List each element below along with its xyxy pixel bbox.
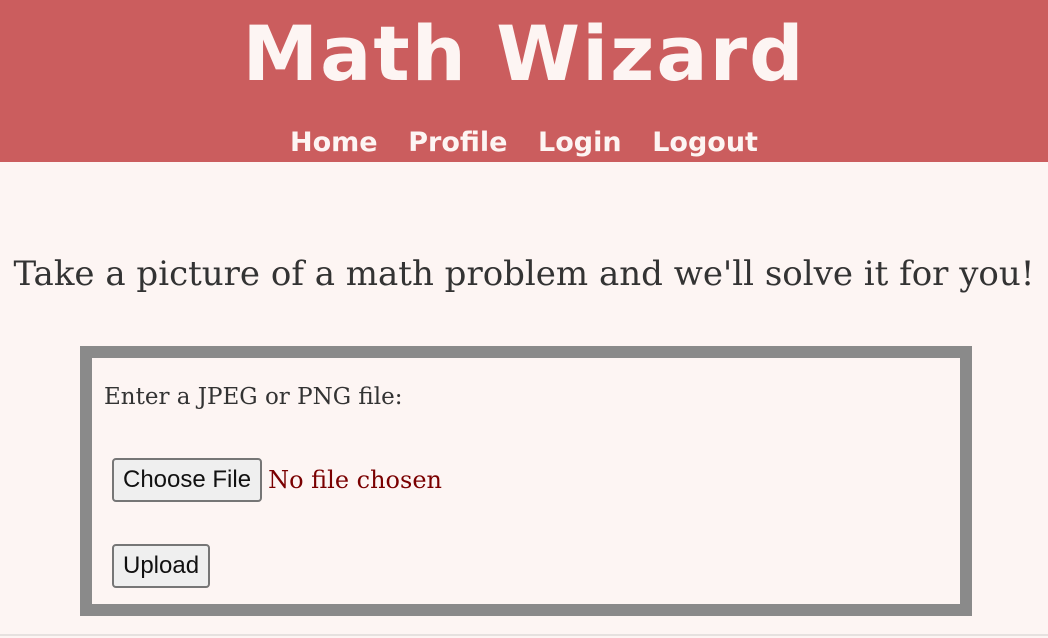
main-nav: Home Profile Login Logout [0,124,1048,162]
file-status-text: No file chosen [268,466,442,494]
upload-form: Enter a JPEG or PNG file: Choose File No… [80,346,972,616]
nav-link-profile[interactable]: Profile [408,127,507,158]
nav-link-home[interactable]: Home [290,127,378,158]
nav-link-logout[interactable]: Logout [652,127,758,158]
file-input-label: Enter a JPEG or PNG file: [104,384,403,410]
page-tagline: Take a picture of a math problem and we'… [13,254,1035,294]
site-title: Math Wizard [242,9,806,98]
site-header: Math Wizard Home Profile Login Logout [0,0,1048,162]
file-input: Choose File No file chosen [112,458,442,502]
divider [0,634,1048,636]
nav-link-login[interactable]: Login [538,127,622,158]
choose-file-button[interactable]: Choose File [112,458,263,502]
upload-button[interactable]: Upload [112,544,211,588]
